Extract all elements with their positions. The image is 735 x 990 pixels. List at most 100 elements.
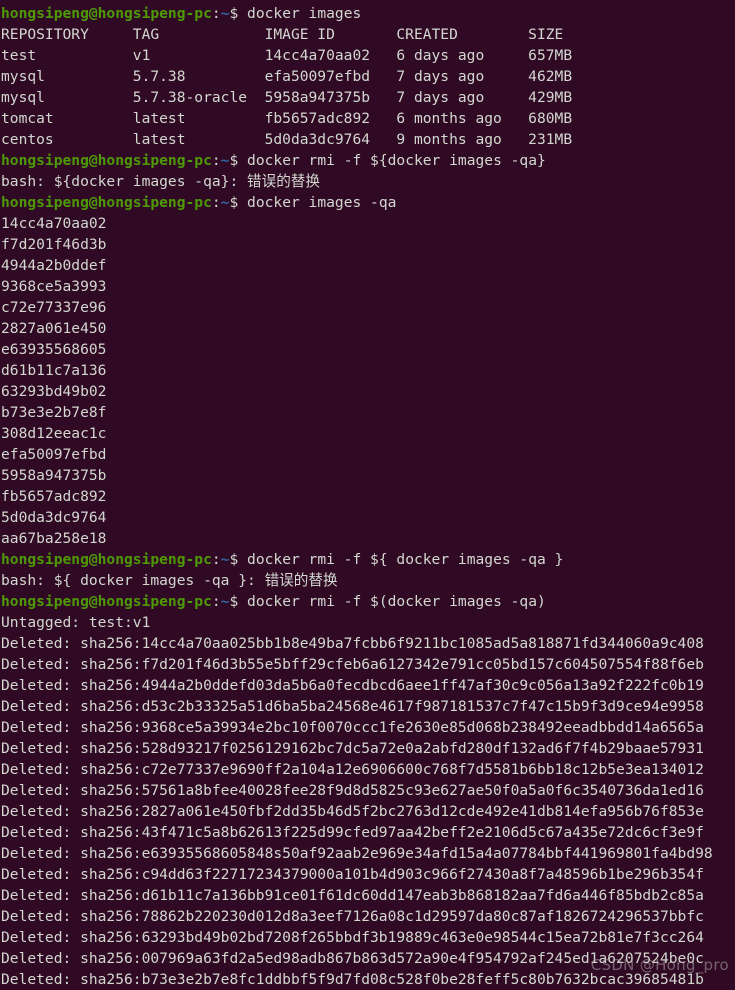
terminal-output-text: REPOSITORY TAG IMAGE ID CREATED SIZE <box>1 26 564 43</box>
terminal-output-text: bash: ${docker images -qa}: 错误的替换 <box>1 173 320 190</box>
terminal-output-text: 2827a061e450 <box>1 320 107 337</box>
terminal-command: docker rmi -f ${ docker images -qa } <box>238 551 564 568</box>
terminal-output-text: Deleted: sha256:528d93217f0256129162bc7d… <box>1 740 704 757</box>
terminal-output-text: 63293bd49b02 <box>1 383 107 400</box>
terminal-prompt-line: hongsipeng@hongsipeng-pc:~$ docker image… <box>1 192 735 213</box>
terminal-output-line: Deleted: sha256:c94dd63f22717234379000a1… <box>1 864 735 885</box>
prompt-user-host: hongsipeng@hongsipeng-pc <box>1 593 212 610</box>
terminal-output-line: Deleted: sha256:63293bd49b02bd7208f265bb… <box>1 927 735 948</box>
terminal-output-line: e63935568605 <box>1 339 735 360</box>
terminal-window[interactable]: hongsipeng@hongsipeng-pc:~$ docker image… <box>0 0 735 990</box>
terminal-output-line: Deleted: sha256:9368ce5a39934e2bc10f0070… <box>1 717 735 738</box>
terminal-output-text: Untagged: test:v1 <box>1 614 151 631</box>
terminal-output-line: d61b11c7a136 <box>1 360 735 381</box>
terminal-output-text: Deleted: sha256:d61b11c7a136bb91ce01f61d… <box>1 887 704 904</box>
terminal-output-text: Deleted: sha256:c72e77337e9690ff2a104a12… <box>1 761 704 778</box>
terminal-prompt-line: hongsipeng@hongsipeng-pc:~$ docker rmi -… <box>1 549 735 570</box>
terminal-output-text: 14cc4a70aa02 <box>1 215 107 232</box>
terminal-output-line: Untagged: test:v1 <box>1 612 735 633</box>
terminal-command: docker rmi -f ${docker images -qa} <box>238 152 546 169</box>
terminal-output-text: efa50097efbd <box>1 446 107 463</box>
terminal-output-line: b73e3e2b7e8f <box>1 402 735 423</box>
terminal-output-text: Deleted: sha256:007969a63fd2a5ed98adb867… <box>1 950 704 967</box>
terminal-output-line: 308d12eeac1c <box>1 423 735 444</box>
terminal-output-line: 14cc4a70aa02 <box>1 213 735 234</box>
terminal-output-line: Deleted: sha256:d53c2b33325a51d6ba5ba245… <box>1 696 735 717</box>
prompt-symbol: $ <box>229 593 239 610</box>
terminal-output-line: centos latest 5d0da3dc9764 9 months ago … <box>1 129 735 150</box>
terminal-output-line: Deleted: sha256:f7d201f46d3b55e5bff29cfe… <box>1 654 735 675</box>
terminal-output-line: Deleted: sha256:d61b11c7a136bb91ce01f61d… <box>1 885 735 906</box>
terminal-output: hongsipeng@hongsipeng-pc:~$ docker image… <box>1 3 735 990</box>
prompt-separator: : <box>211 593 221 610</box>
terminal-output-text: mysql 5.7.38-oracle 5958a947375b 7 days … <box>1 89 573 106</box>
prompt-separator: : <box>211 5 221 22</box>
terminal-output-line: Deleted: sha256:b73e3e2b7e8fc1ddbbf5f9d7… <box>1 969 735 990</box>
terminal-prompt-line: hongsipeng@hongsipeng-pc:~$ docker image… <box>1 3 735 24</box>
prompt-symbol: $ <box>229 551 239 568</box>
terminal-output-line: f7d201f46d3b <box>1 234 735 255</box>
terminal-output-text: 5d0da3dc9764 <box>1 509 107 526</box>
prompt-user-host: hongsipeng@hongsipeng-pc <box>1 194 212 211</box>
terminal-output-line: Deleted: sha256:2827a061e450fbf2dd35b46d… <box>1 801 735 822</box>
terminal-output-line: Deleted: sha256:43f471c5a8b62613f225d99c… <box>1 822 735 843</box>
terminal-output-line: Deleted: sha256:78862b220230d012d8a3eef7… <box>1 906 735 927</box>
terminal-output-text: 5958a947375b <box>1 467 107 484</box>
terminal-output-line: mysql 5.7.38 efa50097efbd 7 days ago 462… <box>1 66 735 87</box>
prompt-symbol: $ <box>229 5 239 22</box>
terminal-output-text: Deleted: sha256:d53c2b33325a51d6ba5ba245… <box>1 698 704 715</box>
prompt-user-host: hongsipeng@hongsipeng-pc <box>1 152 212 169</box>
terminal-output-text: bash: ${ docker images -qa }: 错误的替换 <box>1 572 338 589</box>
terminal-output-line: mysql 5.7.38-oracle 5958a947375b 7 days … <box>1 87 735 108</box>
terminal-output-text: Deleted: sha256:f7d201f46d3b55e5bff29cfe… <box>1 656 704 673</box>
prompt-separator: : <box>211 551 221 568</box>
terminal-output-text: Deleted: sha256:9368ce5a39934e2bc10f0070… <box>1 719 704 736</box>
terminal-output-text: c72e77337e96 <box>1 299 107 316</box>
terminal-output-text: aa67ba258e18 <box>1 530 107 547</box>
terminal-output-line: 2827a061e450 <box>1 318 735 339</box>
terminal-prompt-line: hongsipeng@hongsipeng-pc:~$ docker rmi -… <box>1 591 735 612</box>
terminal-prompt-line: hongsipeng@hongsipeng-pc:~$ docker rmi -… <box>1 150 735 171</box>
terminal-output-text: 9368ce5a3993 <box>1 278 107 295</box>
terminal-output-line: Deleted: sha256:528d93217f0256129162bc7d… <box>1 738 735 759</box>
terminal-output-text: fb5657adc892 <box>1 488 107 505</box>
terminal-output-text: Deleted: sha256:c94dd63f22717234379000a1… <box>1 866 704 883</box>
terminal-output-line: Deleted: sha256:4944a2b0ddefd03da5b6a0fe… <box>1 675 735 696</box>
prompt-symbol: $ <box>229 152 239 169</box>
terminal-output-line: REPOSITORY TAG IMAGE ID CREATED SIZE <box>1 24 735 45</box>
terminal-output-text: Deleted: sha256:b73e3e2b7e8fc1ddbbf5f9d7… <box>1 971 704 988</box>
prompt-user-host: hongsipeng@hongsipeng-pc <box>1 551 212 568</box>
terminal-output-line: 63293bd49b02 <box>1 381 735 402</box>
terminal-output-line: 5d0da3dc9764 <box>1 507 735 528</box>
prompt-user-host: hongsipeng@hongsipeng-pc <box>1 5 212 22</box>
terminal-output-text: Deleted: sha256:43f471c5a8b62613f225d99c… <box>1 824 704 841</box>
terminal-output-text: Deleted: sha256:14cc4a70aa025bb1b8e49ba7… <box>1 635 704 652</box>
terminal-output-line: tomcat latest fb5657adc892 6 months ago … <box>1 108 735 129</box>
terminal-output-line: aa67ba258e18 <box>1 528 735 549</box>
terminal-output-line: c72e77337e96 <box>1 297 735 318</box>
terminal-output-text: Deleted: sha256:63293bd49b02bd7208f265bb… <box>1 929 704 946</box>
terminal-output-text: Deleted: sha256:e63935568605848s50af92aa… <box>1 845 713 862</box>
terminal-output-text: mysql 5.7.38 efa50097efbd 7 days ago 462… <box>1 68 573 85</box>
terminal-output-text: e63935568605 <box>1 341 107 358</box>
prompt-separator: : <box>211 194 221 211</box>
terminal-output-line: Deleted: sha256:007969a63fd2a5ed98adb867… <box>1 948 735 969</box>
terminal-output-text: b73e3e2b7e8f <box>1 404 107 421</box>
terminal-output-text: tomcat latest fb5657adc892 6 months ago … <box>1 110 573 127</box>
terminal-output-line: Deleted: sha256:c72e77337e9690ff2a104a12… <box>1 759 735 780</box>
terminal-command: docker images <box>238 5 362 22</box>
terminal-output-line: Deleted: sha256:e63935568605848s50af92aa… <box>1 843 735 864</box>
terminal-output-line: bash: ${ docker images -qa }: 错误的替换 <box>1 570 735 591</box>
terminal-output-line: efa50097efbd <box>1 444 735 465</box>
terminal-output-text: 308d12eeac1c <box>1 425 107 442</box>
terminal-output-text: Deleted: sha256:78862b220230d012d8a3eef7… <box>1 908 704 925</box>
terminal-output-line: fb5657adc892 <box>1 486 735 507</box>
terminal-output-text: Deleted: sha256:4944a2b0ddefd03da5b6a0fe… <box>1 677 704 694</box>
terminal-command: docker rmi -f $(docker images -qa) <box>238 593 546 610</box>
terminal-output-line: 4944a2b0ddef <box>1 255 735 276</box>
terminal-output-line: Deleted: sha256:14cc4a70aa025bb1b8e49ba7… <box>1 633 735 654</box>
terminal-output-text: f7d201f46d3b <box>1 236 107 253</box>
terminal-output-line: 5958a947375b <box>1 465 735 486</box>
terminal-output-text: Deleted: sha256:2827a061e450fbf2dd35b46d… <box>1 803 704 820</box>
prompt-separator: : <box>211 152 221 169</box>
